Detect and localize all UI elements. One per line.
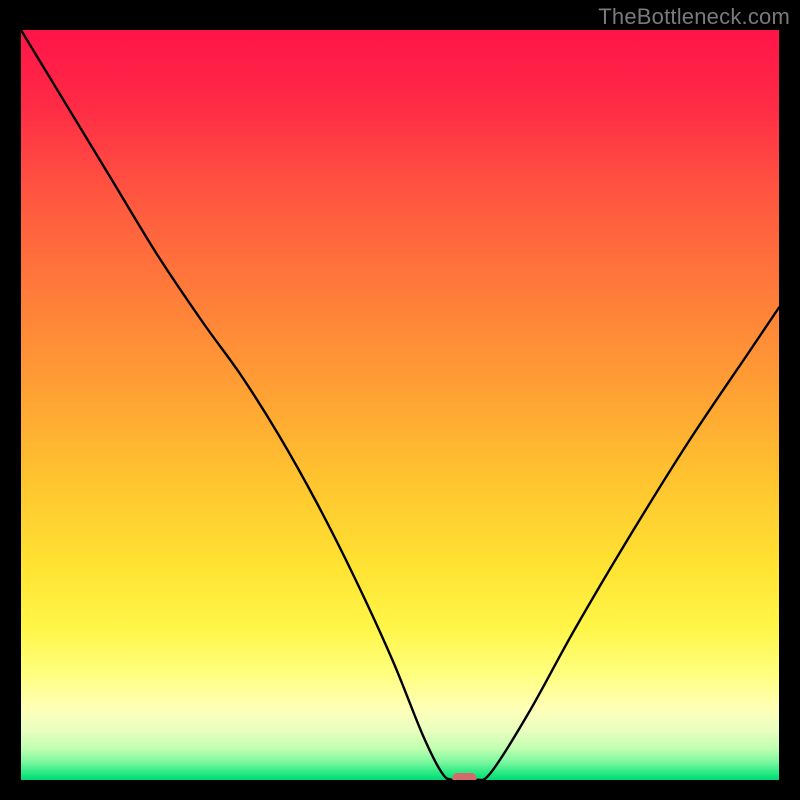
optimal-marker xyxy=(452,773,476,780)
chart-frame: TheBottleneck.com xyxy=(0,0,800,800)
bottleneck-chart-svg xyxy=(21,30,779,780)
plot-area xyxy=(21,30,779,780)
watermark-text: TheBottleneck.com xyxy=(598,4,790,30)
gradient-background xyxy=(21,30,779,780)
